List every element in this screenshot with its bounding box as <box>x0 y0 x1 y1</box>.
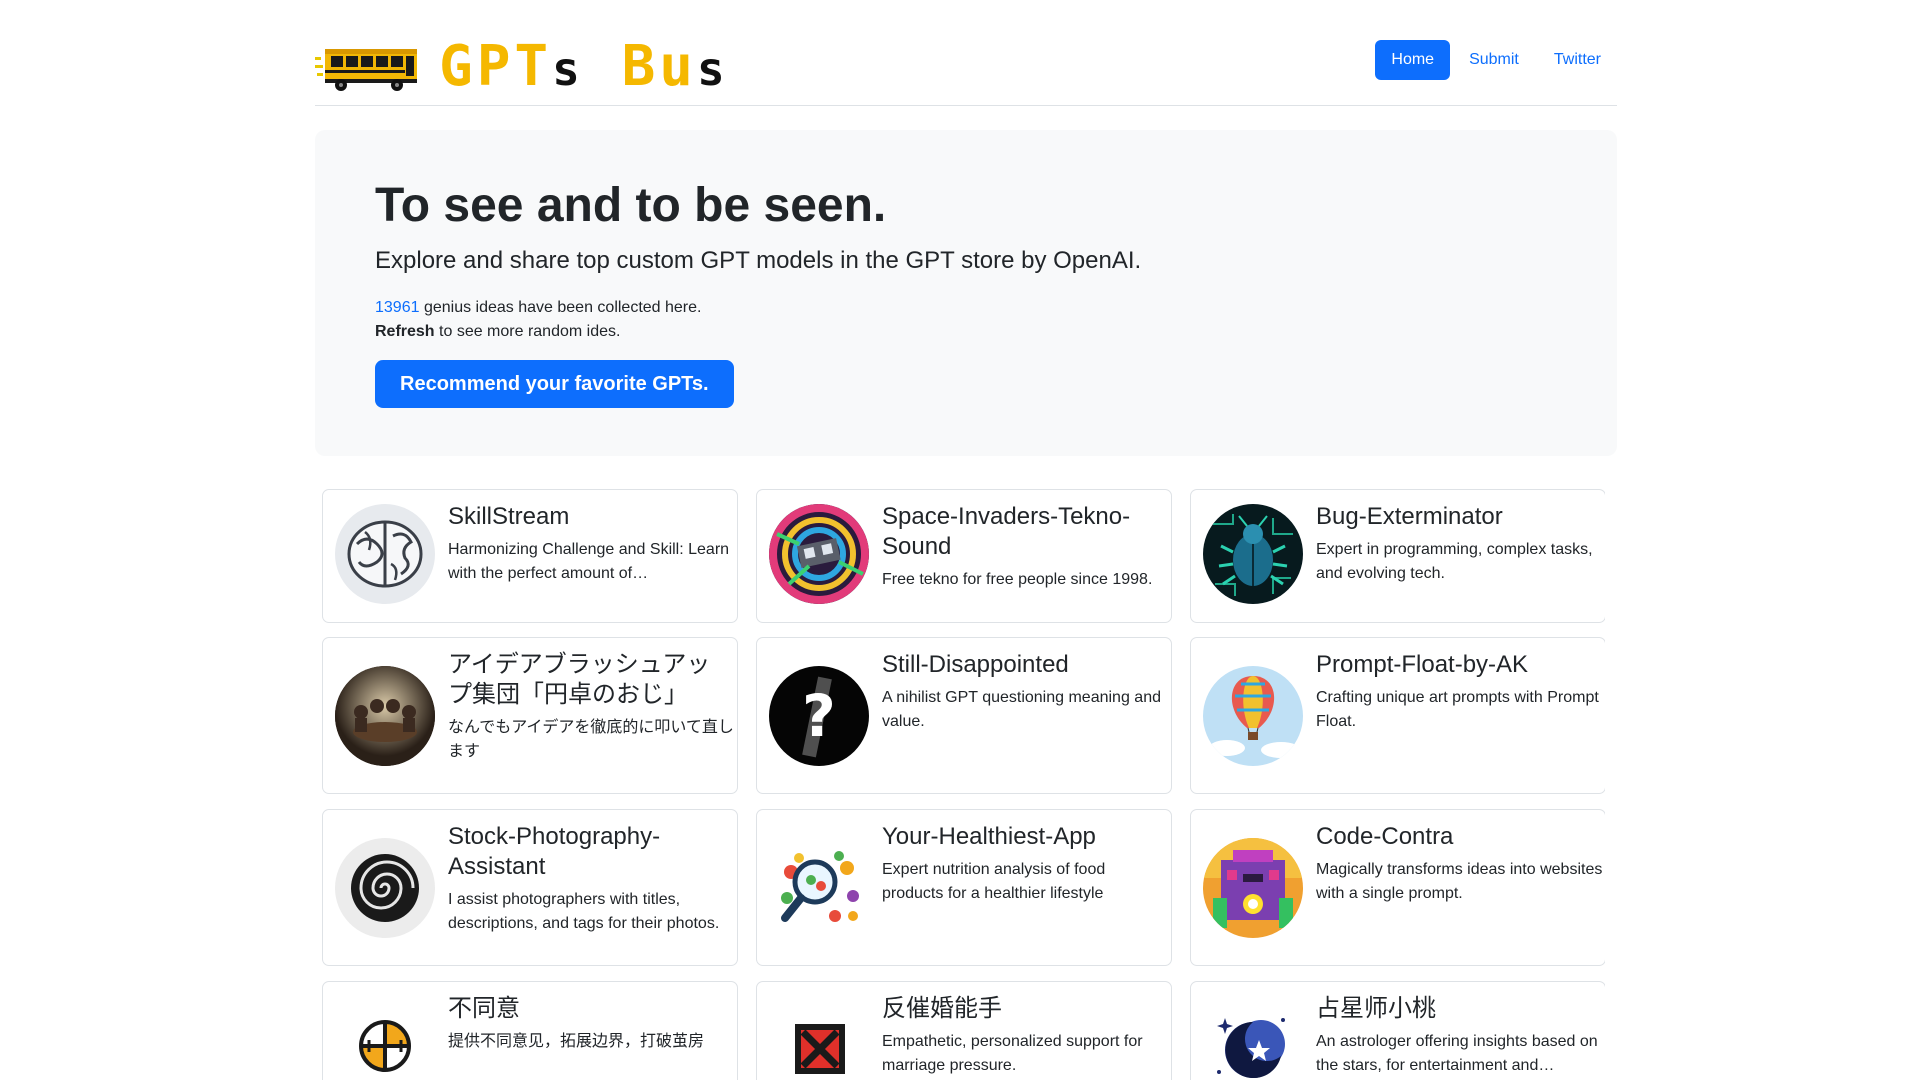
gpt-card[interactable]: ? Still-Disappointed A nihilist GPT ques… <box>756 637 1172 794</box>
svg-text:?: ? <box>802 682 836 750</box>
logo-text-s1: s <box>552 42 584 96</box>
hero-stats: 13961 genius ideas have been collected h… <box>375 296 701 344</box>
card-description: Free tekno for free people since 1998. <box>882 571 1153 588</box>
gpt-card[interactable]: Your-Healthiest-App Expert nutrition ana… <box>756 809 1172 966</box>
card-title: 反催婚能手 <box>882 995 1002 1022</box>
logo-text-bu: Bu <box>621 34 698 99</box>
crosshair-circle-icon <box>335 996 435 1080</box>
gpt-card[interactable]: Bug-Exterminator Expert in programming, … <box>1190 489 1605 623</box>
refresh-bold: Refresh <box>375 323 435 340</box>
gpt-card[interactable]: 不同意 提供不同意见，拓展边界，打破茧房 <box>322 981 738 1080</box>
gpt-card[interactable]: Space-Invaders-Tekno-Sound Free tekno fo… <box>756 489 1172 623</box>
collected-line: 13961 genius ideas have been collected h… <box>375 296 701 320</box>
idea-count-suffix: genius ideas have been collected here. <box>419 299 702 316</box>
card-description: 提供不同意见，拓展边界，打破茧房 <box>448 1033 705 1050</box>
gpt-card-grid: SkillStream Harmonizing Challenge and Sk… <box>322 489 1605 1080</box>
card-title: Still-Disappointed <box>882 651 1069 678</box>
spiral-icon <box>335 838 435 938</box>
gpt-card[interactable]: Prompt-Float-by-AK Crafting unique art p… <box>1190 637 1605 794</box>
tekno-art-icon <box>769 504 869 604</box>
pixel-temple-icon <box>1203 838 1303 938</box>
gpt-card[interactable]: Code-Contra Magically transforms ideas i… <box>1190 809 1605 966</box>
hot-air-balloon-icon <box>1203 666 1303 766</box>
card-description: Magically transforms ideas into websites… <box>1316 861 1603 902</box>
card-title: Code-Contra <box>1316 823 1454 850</box>
logo-text-s2: s <box>697 42 729 96</box>
round-table-icon <box>335 666 435 766</box>
gpt-card[interactable]: 反催婚能手 Empathetic, personalized support f… <box>756 981 1172 1080</box>
magnifier-food-icon <box>769 838 869 938</box>
hero-section: To see and to be seen. Explore and share… <box>315 130 1617 456</box>
card-description: An astrologer offering insights based on… <box>1316 1033 1598 1074</box>
card-description: I assist photographers with titles, desc… <box>448 891 720 932</box>
gpt-card[interactable]: アイデアブラッシュアップ集団「円卓のおじ」 なんでもアイデアを徹底的に叩いて直し… <box>322 637 738 794</box>
card-description: Expert in programming, complex tasks, an… <box>1316 541 1593 582</box>
nav-submit[interactable]: Submit <box>1453 40 1535 80</box>
card-description: Harmonizing Challenge and Skill: Learn w… <box>448 541 730 582</box>
nav-home[interactable]: Home <box>1375 40 1451 80</box>
logo-wordmark: GPTs Bus <box>439 39 729 97</box>
gpt-card[interactable]: 占星师小桃 An astrologer offering insights ba… <box>1190 981 1605 1080</box>
card-description: A nihilist GPT questioning meaning and v… <box>882 689 1161 730</box>
card-title: Bug-Exterminator <box>1316 503 1503 530</box>
card-description: Expert nutrition analysis of food produc… <box>882 861 1106 902</box>
recommend-button[interactable]: Recommend your favorite GPTs. <box>375 360 734 408</box>
site-header: GPTs Bus Home Submit Twitter <box>315 30 1617 106</box>
site-logo[interactable]: GPTs Bus <box>315 39 729 97</box>
card-title: 占星师小桃 <box>1316 995 1436 1022</box>
nav-twitter[interactable]: Twitter <box>1538 40 1617 80</box>
card-title: アイデアブラッシュアップ集団「円卓のおじ」 <box>448 651 711 708</box>
card-title: Prompt-Float-by-AK <box>1316 651 1529 678</box>
card-title: Your-Healthiest-App <box>882 823 1096 850</box>
moon-stars-icon <box>1203 996 1303 1080</box>
hero-lead: Explore and share top custom GPT models … <box>375 247 1142 274</box>
beetle-icon <box>1203 504 1303 604</box>
card-title: SkillStream <box>448 503 570 530</box>
refresh-suffix: to see more random ides. <box>434 323 621 340</box>
card-title: Space-Invaders-Tekno-Sound <box>882 503 1131 560</box>
card-title: Stock-Photography-Assistant <box>448 823 661 880</box>
gpt-card[interactable]: Stock-Photography-Assistant I assist pho… <box>322 809 738 966</box>
question-mark-icon: ? <box>769 666 869 766</box>
card-title: 不同意 <box>448 995 520 1022</box>
main-nav: Home Submit Twitter <box>1372 40 1617 80</box>
card-description: なんでもアイデアを徹底的に叩いて直します <box>448 719 734 760</box>
hero-title: To see and to be seen. <box>375 179 887 232</box>
idea-count: 13961 <box>375 299 420 316</box>
bus-icon <box>315 43 423 93</box>
brain-icon <box>335 504 435 604</box>
gpt-card[interactable]: SkillStream Harmonizing Challenge and Sk… <box>322 489 738 623</box>
logo-text-gpt: GPT <box>439 34 553 99</box>
card-description: Empathetic, personalized support for mar… <box>882 1033 1143 1074</box>
refresh-line: Refresh to see more random ides. <box>375 320 701 344</box>
card-description: Crafting unique art prompts with Prompt … <box>1316 689 1599 730</box>
x-box-icon <box>769 996 869 1080</box>
